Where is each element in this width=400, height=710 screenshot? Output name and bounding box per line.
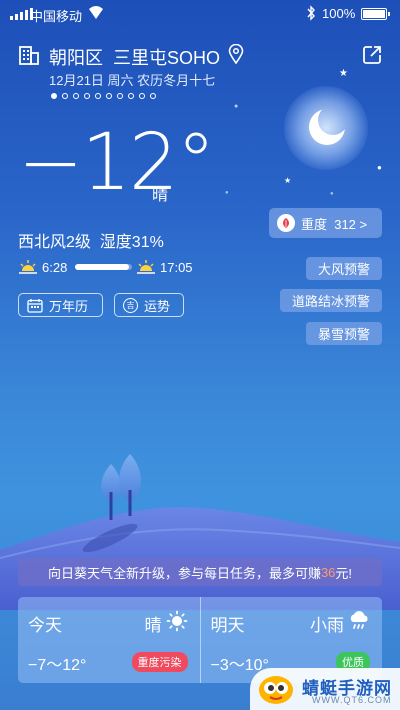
page-dot xyxy=(106,93,112,99)
dragonfly-logo-icon xyxy=(259,676,293,704)
page-dot xyxy=(62,93,68,99)
fortune-button[interactable]: 吉 运势 xyxy=(114,293,184,317)
banner-text: 向日葵天气全新升级，参与每日任务，最多可赚 xyxy=(47,565,321,581)
air-quality-badge: 重度污染 xyxy=(131,652,188,672)
sunrise-icon xyxy=(19,260,37,274)
warning-wind[interactable]: 大风预警 xyxy=(306,257,382,280)
air-quality-label: 重度 312 > xyxy=(301,216,368,232)
leaf-icon xyxy=(277,214,295,232)
fortune-icon: 吉 xyxy=(123,297,138,313)
star-icon: ★ xyxy=(284,176,292,185)
watermark: 蜻蜓手游网 WWW.QT6.COM xyxy=(250,668,400,710)
page-dot xyxy=(51,93,57,99)
forecast-weather: 晴 xyxy=(144,616,162,635)
current-temperature: −12° xyxy=(18,118,216,208)
wind-humidity: 西北风2级 湿度31% xyxy=(18,234,164,251)
star-icon: ● xyxy=(234,103,239,110)
star-icon: ★ xyxy=(339,68,348,79)
daylight-progress xyxy=(75,264,132,270)
share-icon[interactable] xyxy=(361,44,383,66)
battery-icon xyxy=(361,8,390,20)
star-icon: ● xyxy=(225,190,229,196)
forecast-weather: 小雨 xyxy=(310,616,344,635)
forecast-day: 明天 xyxy=(210,616,245,635)
air-quality-button[interactable]: 重度 312 > xyxy=(269,208,382,238)
warning-blizzard[interactable]: 暴雪预警 xyxy=(306,322,382,345)
status-bar: 中国移动 100% xyxy=(0,0,400,28)
battery-percent: 100% xyxy=(322,6,356,21)
promo-banner[interactable]: 向日葵天气全新升级，参与每日任务，最多可赚 36 元! xyxy=(18,558,382,586)
forecast-day: 今天 xyxy=(28,616,62,635)
sunrise-time: 6:28 xyxy=(42,260,68,275)
location-title[interactable]: 朝阳区 三里屯SOHO xyxy=(49,44,220,70)
forecast-today[interactable]: 今天 晴 −7～12° 重度污染 xyxy=(18,597,200,683)
location-pin-icon[interactable] xyxy=(228,44,244,64)
current-condition: 晴 xyxy=(152,187,169,204)
calendar-button[interactable]: 万年历 xyxy=(18,293,103,317)
banner-text-end: 元! xyxy=(335,565,353,581)
page-dot xyxy=(150,93,156,99)
calendar-label: 万年历 xyxy=(49,298,89,314)
star-icon: ● xyxy=(330,191,334,197)
page-indicator xyxy=(51,93,156,99)
moon-icon xyxy=(309,109,345,145)
carrier-name: 中国移动 xyxy=(30,9,83,24)
page-dot xyxy=(84,93,90,99)
forecast-range: −7～12° xyxy=(28,657,87,674)
city-list-icon[interactable] xyxy=(18,44,40,66)
page-dot xyxy=(128,93,134,99)
sun-icon xyxy=(166,610,187,632)
page-dot xyxy=(95,93,101,99)
page-dot xyxy=(139,93,145,99)
sunset-icon xyxy=(137,260,155,274)
sunset-time: 17:05 xyxy=(160,260,193,275)
calendar-icon xyxy=(27,298,43,313)
page-dot xyxy=(73,93,79,99)
banner-highlight: 36 xyxy=(320,564,336,580)
bluetooth-icon xyxy=(307,5,315,21)
warning-road-ice[interactable]: 道路结冰预警 xyxy=(280,289,382,312)
fortune-label: 运势 xyxy=(144,298,171,314)
wifi-icon xyxy=(89,6,103,19)
watermark-url: WWW.QT6.COM xyxy=(312,695,392,705)
star-icon: ● xyxy=(377,163,382,172)
page-dot xyxy=(117,93,123,99)
rain-icon xyxy=(350,611,368,629)
date-lunar: 12月21日 周六 农历冬月十七 xyxy=(49,73,216,88)
